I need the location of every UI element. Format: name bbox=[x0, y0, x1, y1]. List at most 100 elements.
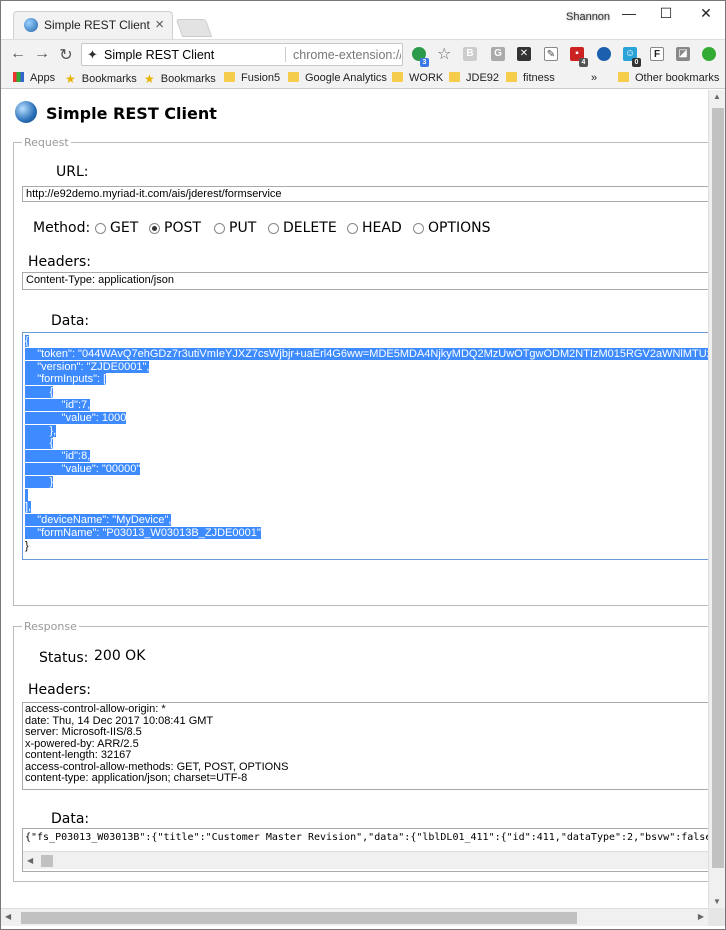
bookmark-work[interactable]: WORK bbox=[392, 72, 443, 84]
extension-b-icon[interactable]: B bbox=[463, 47, 477, 61]
url-input[interactable]: http://e92demo.myriad-it.com/ais/jderest… bbox=[22, 186, 708, 202]
folder-icon bbox=[449, 72, 460, 82]
app-title: Simple REST Client bbox=[46, 104, 217, 123]
minimize-button[interactable]: — bbox=[619, 5, 639, 21]
scroll-left-arrow-icon[interactable]: ◀ bbox=[27, 856, 33, 865]
address-url[interactable]: chrome-extension://fhjcajmcbmldl... bbox=[293, 48, 401, 62]
extension-badge: 4 bbox=[579, 58, 588, 67]
selected-text: { bbox=[25, 437, 54, 450]
extension-green-circle-icon[interactable] bbox=[702, 47, 716, 61]
request-data-textarea[interactable]: { "token": "044WAvQ7ehGDz7r3utiVmIeYJXZ7… bbox=[22, 332, 708, 560]
extension-x-icon[interactable]: ✕ bbox=[517, 47, 531, 61]
request-data-line: } bbox=[25, 475, 708, 489]
maximize-button[interactable]: ☐ bbox=[656, 5, 676, 22]
extension-edit-icon[interactable]: ✎ bbox=[544, 47, 558, 61]
scroll-thumb[interactable] bbox=[41, 855, 53, 867]
back-arrow-icon[interactable]: ← bbox=[9, 45, 27, 63]
vertical-scroll-thumb[interactable] bbox=[712, 108, 724, 868]
bookmark-star-icon[interactable]: ☆ bbox=[437, 44, 451, 64]
request-data-line: "token": "044WAvQ7ehGDz7r3utiVmIeYJXZ7cs… bbox=[25, 347, 708, 361]
request-data-label: Data: bbox=[51, 313, 90, 329]
bookmark-label: Fusion5 bbox=[241, 72, 281, 84]
vertical-scrollbar[interactable]: ▲ ▼ bbox=[708, 90, 725, 908]
request-data-line: "formName": "P03013_W03013B_ZJDE0001" bbox=[25, 526, 708, 540]
address-bar[interactable]: ✦ Simple REST Client chrome-extension://… bbox=[81, 43, 403, 66]
response-headers-box[interactable]: access-control-allow-origin: * date: Thu,… bbox=[22, 702, 708, 790]
request-data-line: "version": "ZJDE0001", bbox=[25, 360, 708, 374]
radio-delete-label[interactable]: DELETE bbox=[283, 220, 337, 236]
radio-post[interactable] bbox=[149, 223, 160, 234]
selected-text bbox=[25, 488, 29, 501]
response-data-box[interactable]: {"fs_P03013_W03013B":{"title":"Customer … bbox=[22, 828, 708, 872]
response-header-line: content-length: 32167 bbox=[25, 749, 132, 761]
radio-head-label[interactable]: HEAD bbox=[362, 220, 402, 236]
request-legend: Request bbox=[24, 136, 69, 149]
extension-grey-icon[interactable]: ◪ bbox=[676, 47, 690, 61]
response-headers-label: Headers: bbox=[28, 682, 91, 698]
request-headers-input[interactable]: Content-Type: application/json bbox=[22, 272, 708, 290]
scroll-right-arrow-icon[interactable]: ▶ bbox=[698, 912, 704, 921]
globe-logo-icon bbox=[15, 101, 37, 123]
bookmark-label: WORK bbox=[409, 72, 444, 84]
scroll-up-arrow-icon[interactable]: ▲ bbox=[713, 92, 721, 101]
response-header-line: server: Microsoft-IIS/8.5 bbox=[25, 726, 142, 738]
radio-put-label[interactable]: PUT bbox=[229, 220, 256, 236]
address-separator bbox=[285, 47, 286, 62]
new-tab-button[interactable] bbox=[175, 19, 213, 37]
request-data-line: ], bbox=[25, 501, 708, 514]
selected-text: "formName": "P03013_W03013B_ZJDE0001" bbox=[25, 526, 261, 539]
extension-g-icon[interactable]: G bbox=[491, 47, 505, 61]
puzzle-icon: ✦ bbox=[87, 47, 98, 62]
scroll-left-arrow-icon[interactable]: ◀ bbox=[5, 912, 11, 921]
method-label: Method: bbox=[33, 220, 91, 236]
title-bar: Simple REST Client × Shannon — ☐ ✕ bbox=[1, 1, 725, 39]
folder-icon bbox=[506, 72, 517, 82]
tab-close-icon[interactable]: × bbox=[155, 16, 164, 33]
selected-text: "value": 1000 bbox=[25, 411, 127, 424]
bookmark-fitness[interactable]: fitness bbox=[506, 72, 555, 84]
browser-tab[interactable]: Simple REST Client × bbox=[13, 11, 173, 39]
radio-put[interactable] bbox=[214, 223, 225, 234]
extension-f-icon[interactable]: F bbox=[650, 47, 664, 61]
apps-grid-icon bbox=[13, 72, 24, 82]
forward-arrow-icon[interactable]: → bbox=[33, 45, 51, 63]
selected-text: "formInputs": [ bbox=[25, 373, 107, 386]
bookmark-apps[interactable]: Apps bbox=[13, 72, 55, 84]
bookmark-bookmarks-2[interactable]: ★ Bookmarks bbox=[144, 72, 216, 86]
folder-icon bbox=[618, 72, 629, 82]
profile-name[interactable]: Shannon bbox=[566, 11, 610, 23]
selected-text: "value": "00000" bbox=[25, 462, 141, 475]
extension-globe-icon[interactable] bbox=[597, 47, 611, 61]
bookmark-label: fitness bbox=[523, 72, 555, 84]
request-data-line bbox=[25, 488, 708, 502]
bookmark-bookmarks-1[interactable]: ★ Bookmarks bbox=[65, 72, 137, 86]
radio-get-label[interactable]: GET bbox=[110, 220, 138, 236]
bookmark-google-analytics[interactable]: Google Analytics bbox=[288, 72, 387, 84]
radio-get[interactable] bbox=[95, 223, 106, 234]
radio-options[interactable] bbox=[413, 223, 424, 234]
tab-title: Simple REST Client bbox=[44, 18, 150, 32]
response-data-scrollbar[interactable]: ◀ bbox=[23, 851, 708, 869]
close-window-button[interactable]: ✕ bbox=[696, 5, 716, 22]
request-data-line: "value": 1000 bbox=[25, 411, 708, 425]
bookmark-label: Apps bbox=[30, 72, 56, 84]
horizontal-scrollbar[interactable]: ◀ ▶ bbox=[1, 908, 708, 926]
bookmark-fusion5[interactable]: Fusion5 bbox=[224, 72, 280, 84]
response-legend: Response bbox=[24, 620, 77, 633]
bookmark-jde92[interactable]: JDE92 bbox=[449, 72, 499, 84]
extension-badge: 3 bbox=[420, 58, 429, 67]
reload-icon[interactable]: ↻ bbox=[57, 45, 75, 65]
folder-icon bbox=[288, 72, 299, 82]
status-label: Status: bbox=[39, 650, 89, 666]
scroll-down-arrow-icon[interactable]: ▼ bbox=[713, 897, 721, 906]
radio-head[interactable] bbox=[347, 223, 358, 234]
radio-delete[interactable] bbox=[268, 223, 279, 234]
bookmarks-overflow-chevron[interactable]: » bbox=[591, 72, 597, 84]
selected-text: "token": "044WAvQ7ehGDz7r3utiVmIeYJXZ7cs… bbox=[25, 347, 708, 360]
radio-post-label[interactable]: POST bbox=[164, 220, 201, 236]
request-data-line: { bbox=[25, 437, 708, 450]
radio-options-label[interactable]: OPTIONS bbox=[428, 220, 491, 236]
request-data-line: "id":7, bbox=[25, 398, 708, 412]
bookmark-other[interactable]: Other bookmarks bbox=[618, 72, 719, 84]
horizontal-scroll-thumb[interactable] bbox=[21, 912, 577, 924]
